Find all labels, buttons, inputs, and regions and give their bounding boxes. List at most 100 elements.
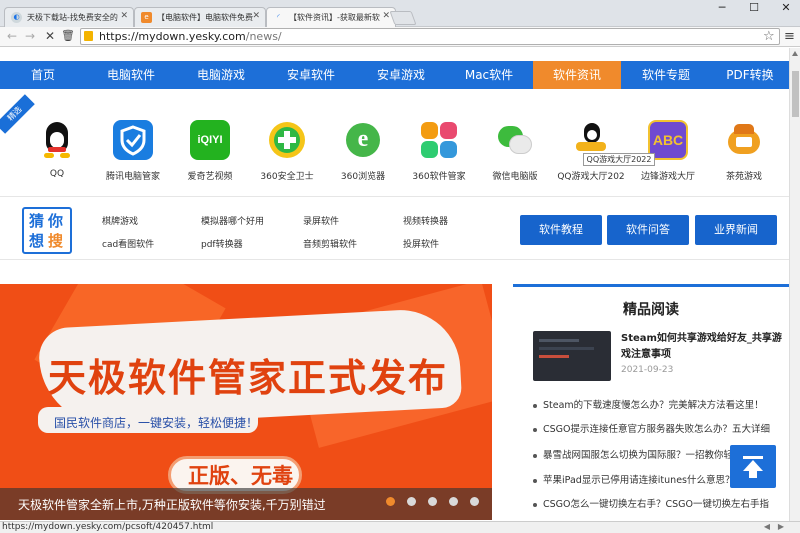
slide-dot[interactable] — [407, 497, 416, 506]
app-360-browser[interactable]: e 360浏览器 — [328, 120, 398, 182]
banner-caption[interactable]: 天极软件管家全新上市,万种正版软件等你安装,千万别错过 — [18, 496, 326, 513]
nav-item-software-topics[interactable]: 软件专题 — [621, 61, 711, 89]
new-tab-button[interactable] — [389, 11, 417, 25]
tab-title: 【电脑软件】电脑软件免费 — [157, 13, 253, 22]
main-nav: 首页 电脑软件 电脑游戏 安卓软件 安卓游戏 Mac软件 软件资讯 软件专题 P… — [0, 61, 789, 89]
app-label: QQ游戏大厅202 — [557, 172, 625, 182]
nav-item-home[interactable]: 首页 — [0, 61, 86, 89]
app-label: 爱奇艺视频 — [187, 172, 233, 182]
nav-item-pc-software[interactable]: 电脑软件 — [86, 61, 176, 89]
slide-dot[interactable] — [428, 497, 437, 506]
app-qq[interactable]: QQ — [22, 120, 92, 179]
scroll-left-icon[interactable]: ◀ — [762, 522, 772, 532]
close-tab-icon[interactable]: ✕ — [252, 11, 260, 21]
app-qq-game[interactable]: QQ游戏大厅202 — [556, 120, 626, 182]
article-list-item[interactable]: CSGO怎么一键切换左右手？CSGO一键切换左右手指 — [533, 496, 783, 510]
back-arrow-icon[interactable]: ← — [4, 28, 20, 44]
nav-item-pc-games[interactable]: 电脑游戏 — [176, 61, 266, 89]
slide-dot[interactable] — [470, 497, 479, 506]
article-title: 暴雪战网国服怎么切换为国际服？一招教你轻松 — [543, 450, 743, 461]
banner-pill-text: 正版、无毒 — [188, 464, 293, 488]
divider — [0, 196, 789, 197]
app-360-software-manager[interactable]: 360软件管家 — [404, 120, 474, 182]
app-tencent-pc-manager[interactable]: 腾讯电脑管家 — [98, 120, 168, 182]
app-label: 360浏览器 — [340, 172, 386, 182]
panel-title: 精品阅读 — [623, 302, 679, 318]
article-title: CSGO提示连接任意官方服务器失败怎么办？五大详细 — [543, 424, 771, 435]
keyword-link[interactable]: 音频剪辑软件 — [303, 237, 357, 250]
featured-article-title[interactable]: Steam如何共享游戏给好友_共享游戏注意事项 — [621, 331, 789, 363]
nav-item-android-games[interactable]: 安卓游戏 — [356, 61, 446, 89]
app-label: 360软件管家 — [412, 172, 466, 182]
slide-dot[interactable] — [449, 497, 458, 506]
app-label: 微信电脑版 — [492, 172, 538, 182]
industry-news-button[interactable]: 业界新闻 — [695, 215, 777, 245]
keyword-link[interactable]: 录屏软件 — [303, 214, 339, 227]
scroll-right-icon[interactable]: ▶ — [776, 522, 786, 532]
nav-item-software-news[interactable]: 软件资讯 — [533, 61, 621, 89]
address-bar[interactable]: https://mydown.yesky.com/news/ — [80, 28, 780, 45]
vertical-scrollbar[interactable] — [789, 48, 800, 521]
keyword-link[interactable]: 视频转换器 — [403, 214, 448, 227]
keyword-link[interactable]: pdf转换器 — [201, 237, 243, 250]
nav-item-pdf-convert[interactable]: PDF转换 — [711, 61, 789, 89]
forward-arrow-icon[interactable]: → — [22, 28, 38, 44]
toolbar: ← → ✕ 🗑 https://mydown.yesky.com/news/ ☆… — [0, 27, 800, 47]
logo-char: 搜 — [48, 232, 64, 250]
360-browser-icon: e — [343, 120, 383, 160]
trash-icon[interactable]: 🗑 — [60, 28, 76, 44]
scroll-up-icon[interactable] — [792, 51, 798, 56]
iqiyi-icon: iQIYI — [190, 120, 230, 160]
keyword-link[interactable]: cad看图软件 — [102, 237, 154, 250]
scrollbar-thumb[interactable] — [792, 71, 799, 117]
article-title: CSGO怎么一键切换左右手？CSGO一键切换左右手指 — [543, 499, 770, 510]
article-thumbnail[interactable] — [533, 331, 611, 381]
keyword-link[interactable]: 投屏软件 — [403, 237, 439, 250]
bullet-icon — [533, 502, 537, 507]
app-bianfeng-game[interactable]: ABC 边锋游戏大厅 — [633, 120, 703, 182]
stop-icon[interactable]: ✕ — [42, 28, 58, 44]
banner-headline: 天极软件管家正式发布 — [48, 356, 449, 400]
browser-tab-1[interactable]: ◐ 天极下载站-找免费安全的 ✕ — [4, 7, 134, 27]
close-tab-icon[interactable]: ✕ — [382, 11, 390, 21]
lock-icon — [84, 31, 93, 41]
tencent-pc-manager-icon — [113, 120, 153, 160]
browser-tab-2[interactable]: e 【电脑软件】电脑软件免费 ✕ — [134, 7, 266, 27]
guess-search-logo: 猜 你 想 搜 — [22, 207, 72, 254]
software-tutorial-button[interactable]: 软件教程 — [520, 215, 602, 245]
qq-penguin-icon — [37, 120, 77, 160]
360-security-icon — [267, 120, 307, 160]
app-label: 腾讯电脑管家 — [105, 172, 160, 182]
minimize-icon[interactable]: ─ — [706, 0, 738, 18]
app-360-security[interactable]: 360安全卫士 — [252, 120, 322, 182]
software-qa-button[interactable]: 软件问答 — [607, 215, 689, 245]
logo-char: 想 — [29, 232, 45, 250]
back-to-top-icon — [743, 456, 763, 459]
chayuan-game-icon — [724, 120, 764, 160]
e-icon: e — [141, 12, 152, 23]
close-window-icon[interactable]: ✕ — [770, 0, 800, 18]
chrome-icon: ◐ — [11, 12, 22, 23]
close-tab-icon[interactable]: ✕ — [120, 11, 128, 21]
app-iqiyi[interactable]: iQIYI 爱奇艺视频 — [175, 120, 245, 182]
tab-strip: ◐ 天极下载站-找免费安全的 ✕ e 【电脑软件】电脑软件免费 ✕ ◜ 【软件资… — [0, 0, 800, 28]
nav-item-mac-software[interactable]: Mac软件 — [446, 61, 532, 89]
browser-tab-3[interactable]: ◜ 【软件资讯】-获取最新软 ✕ — [266, 7, 396, 28]
article-list-item[interactable]: Steam的下载速度慢怎么办？完美解决方法看这里！ — [533, 397, 783, 411]
loading-icon: ◜ — [277, 13, 280, 21]
app-wechat[interactable]: 微信电脑版 — [480, 120, 550, 182]
keyword-link[interactable]: 棋牌游戏 — [102, 214, 138, 227]
article-list-item[interactable]: CSGO提示连接任意官方服务器失败怎么办？五大详细 — [533, 421, 783, 435]
app-label: QQ — [49, 169, 65, 179]
banner-carousel[interactable]: 天极软件管家正式发布 国民软件商店，一键安装，轻松便捷！ 正版、无毒 天极软件管… — [0, 284, 492, 520]
menu-icon[interactable]: ≡ — [784, 28, 795, 45]
maximize-icon[interactable]: ☐ — [738, 0, 770, 18]
bullet-icon — [533, 403, 537, 408]
back-to-top-button[interactable] — [730, 445, 776, 488]
banner-subline: 国民软件商店，一键安装，轻松便捷！ — [54, 416, 259, 430]
app-chayuan-game[interactable]: 茶苑游戏 — [709, 120, 779, 182]
bookmark-star-icon[interactable]: ☆ — [763, 28, 775, 45]
nav-item-android-software[interactable]: 安卓软件 — [266, 61, 356, 89]
keyword-link[interactable]: 模拟器哪个好用 — [201, 214, 264, 227]
slide-dot[interactable] — [386, 497, 395, 506]
